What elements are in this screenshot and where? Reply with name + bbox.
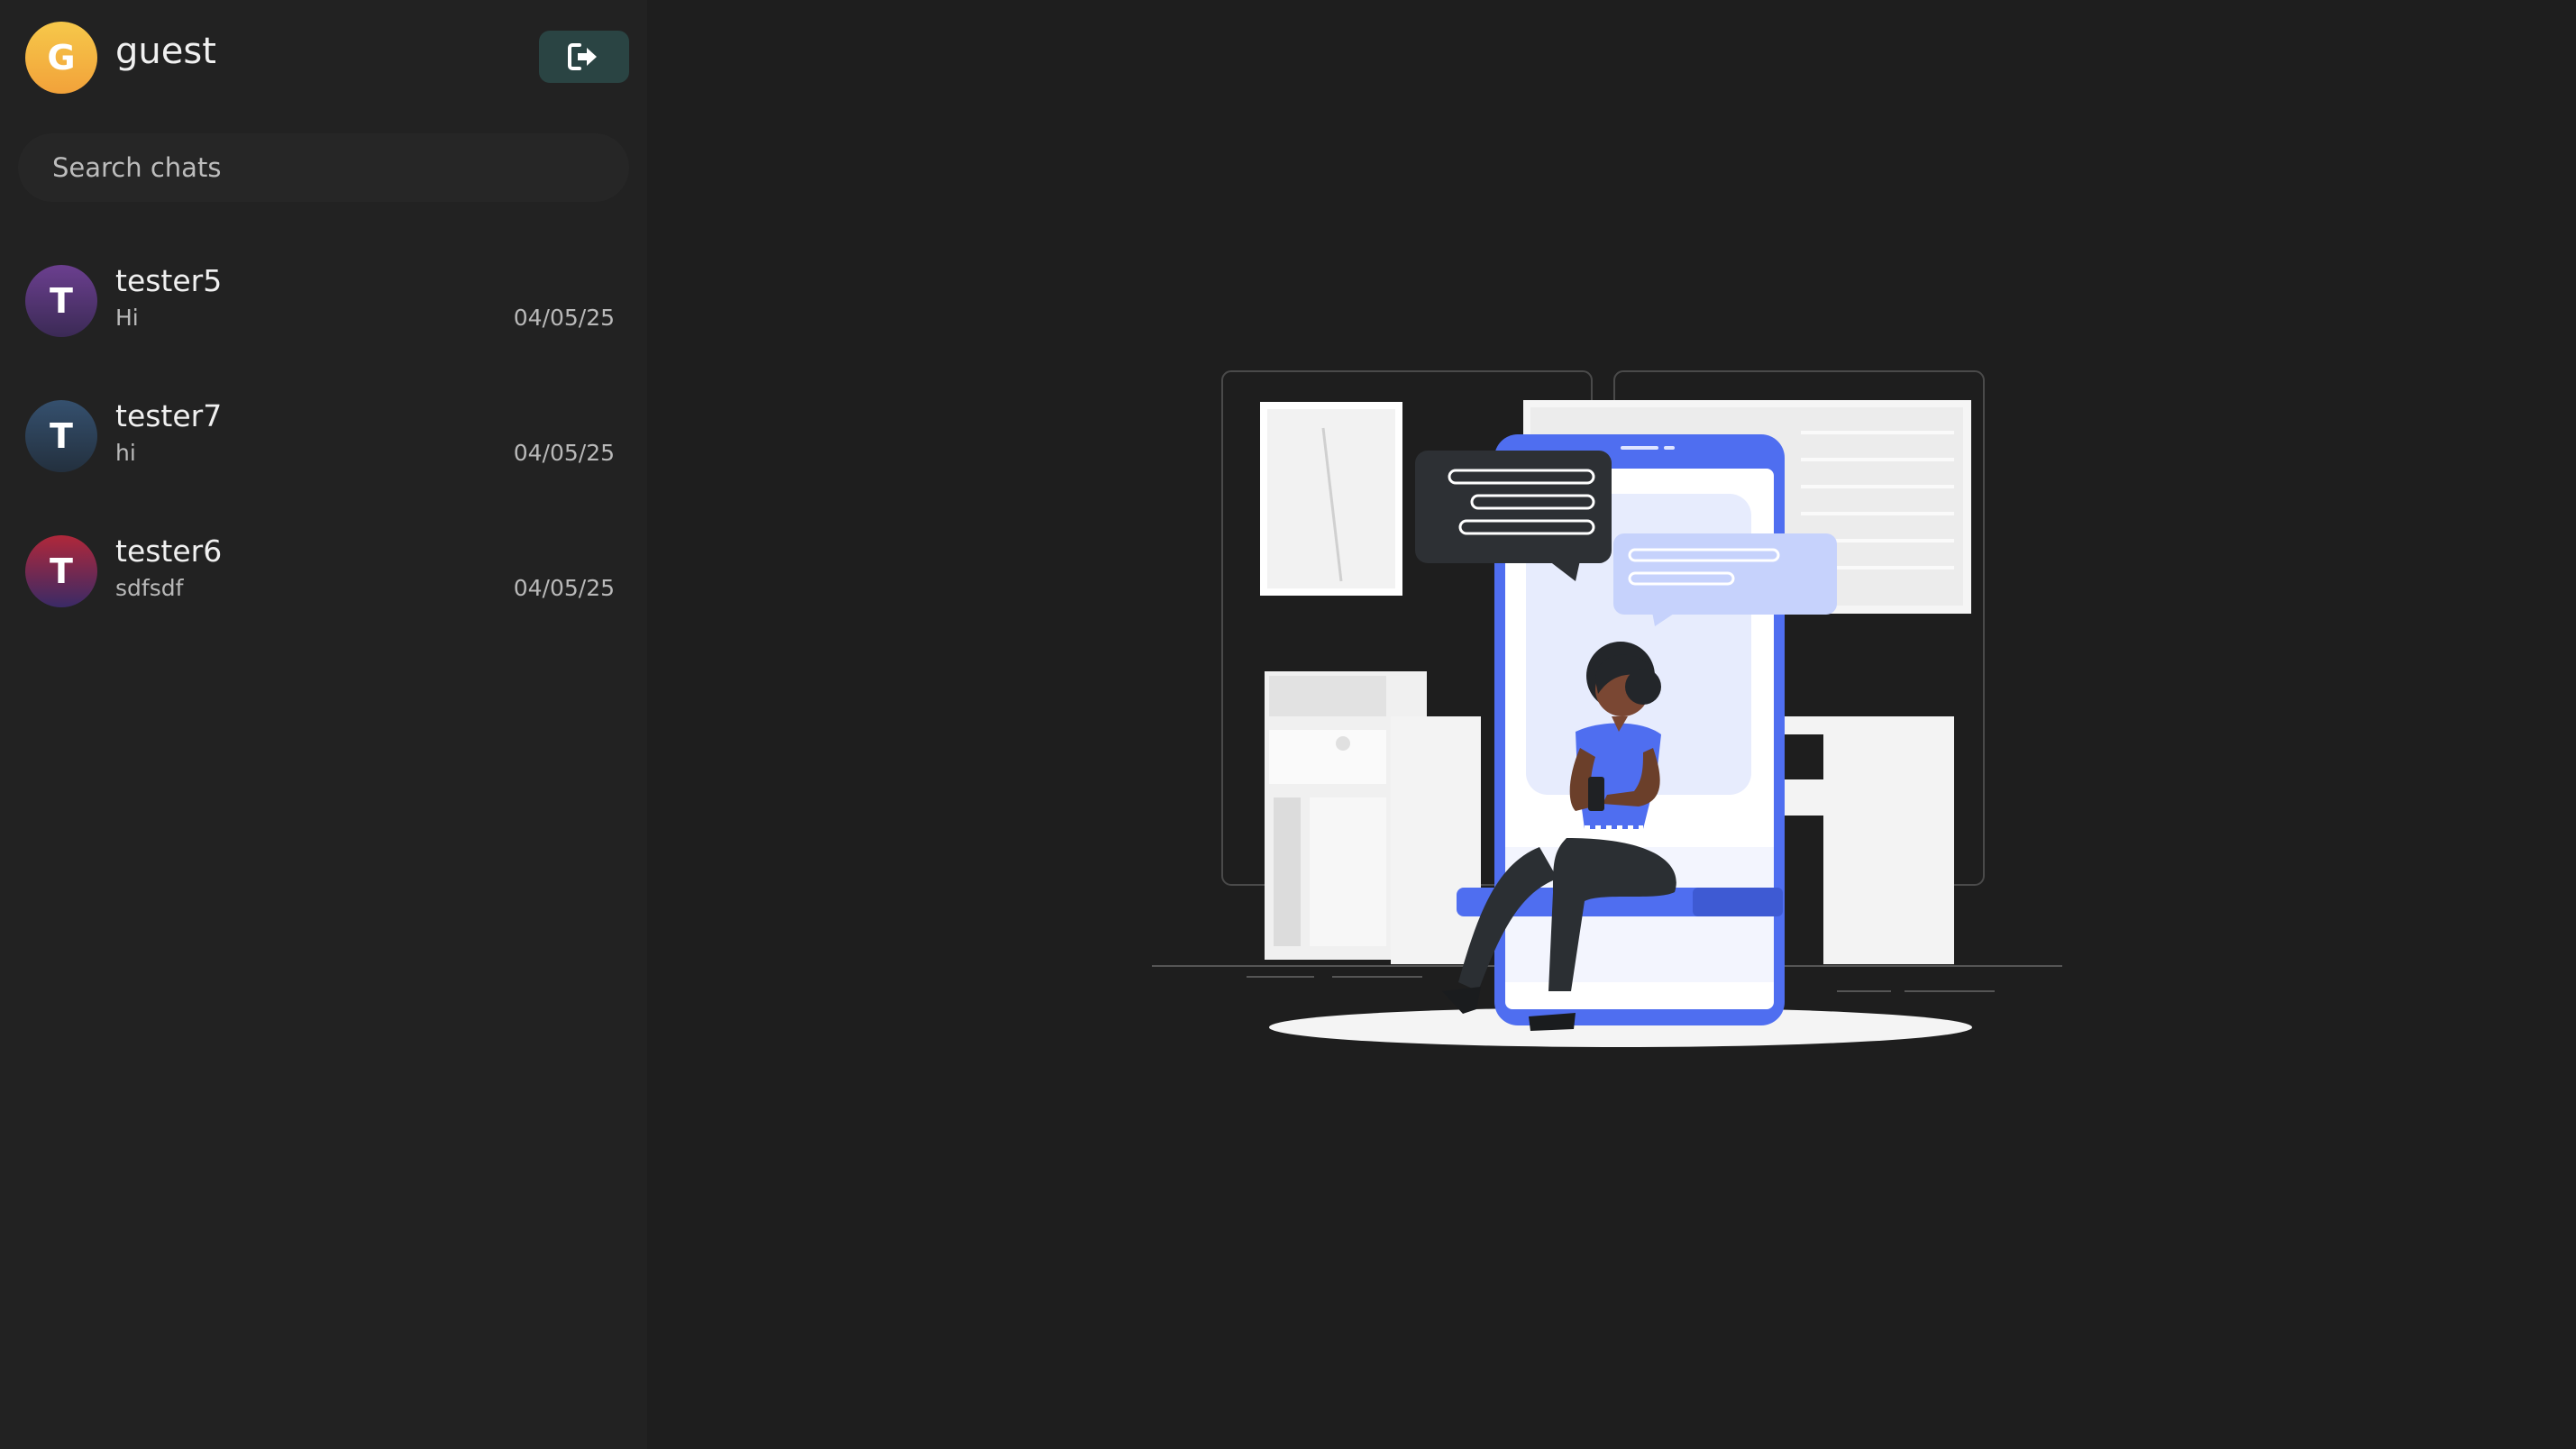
logout-button[interactable] xyxy=(539,31,629,83)
chat-item-tester6[interactable]: T tester6 sdfsdf 04/05/25 xyxy=(0,508,647,634)
chat-avatar-initial: T xyxy=(50,416,73,456)
search-input[interactable] xyxy=(18,133,629,202)
chat-date: 04/05/25 xyxy=(513,440,615,466)
username: guest xyxy=(115,31,216,72)
chat-avatar-initial: T xyxy=(50,281,73,321)
chat-item-tester7[interactable]: T tester7 hi 04/05/25 xyxy=(0,373,647,499)
chat-item-tester5[interactable]: T tester5 Hi 04/05/25 xyxy=(0,238,647,364)
chat-name: tester5 xyxy=(115,263,223,298)
chat-avatar-initial: T xyxy=(50,551,73,591)
chat-avatar: T xyxy=(25,265,97,337)
user-avatar: G xyxy=(25,22,97,94)
empty-state-illustration xyxy=(1152,370,2062,1047)
chat-date: 04/05/25 xyxy=(513,305,615,331)
chat-name: tester7 xyxy=(115,398,223,433)
main-panel xyxy=(647,0,2576,1449)
chat-avatar: T xyxy=(25,535,97,607)
chat-last-message: sdfsdf xyxy=(115,575,184,601)
user-avatar-initial: G xyxy=(47,38,76,77)
sidebar-header: G guest xyxy=(0,0,647,117)
chat-name: tester6 xyxy=(115,533,223,569)
chat-date: 04/05/25 xyxy=(513,575,615,601)
chat-last-message: Hi xyxy=(115,305,139,331)
chat-avatar: T xyxy=(25,400,97,472)
sidebar: G guest T tester5 Hi 04/05/25 T tester7 … xyxy=(0,0,647,1449)
logout-icon xyxy=(568,43,597,70)
chat-last-message: hi xyxy=(115,440,136,466)
